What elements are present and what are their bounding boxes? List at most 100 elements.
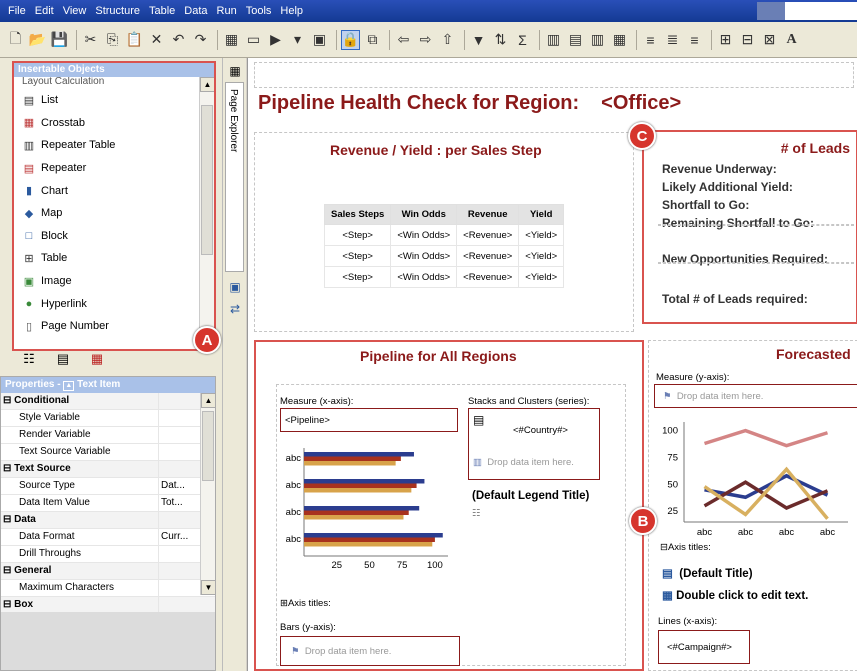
props-scroll-up-button[interactable]: ▲ [201,393,216,408]
collapse-icon[interactable]: ⊟ [660,542,668,553]
insertable-item-map[interactable]: ◆ Map [14,202,214,225]
collapse-icon[interactable]: ⊟ [3,395,14,406]
summary-icon[interactable]: Σ [513,30,532,50]
forecasted-line-chart[interactable]: 25 50 75 100 abc abc abc abc [648,418,857,542]
insertable-item-table[interactable]: ⊞ Table [14,247,214,270]
run-icon[interactable]: ▶ [266,30,285,50]
move-icon[interactable]: ⧉ [363,30,382,50]
property-row[interactable]: Source Type Dat... [1,478,215,495]
merge-icon[interactable]: ⊟ [738,30,757,50]
insertable-item-list[interactable]: ▤ List [14,89,214,112]
props-scroll-down-button[interactable]: ▼ [201,580,216,595]
table-cell[interactable]: <Win Odds> [390,266,458,288]
property-section[interactable]: ⊟ Conditional [1,393,215,410]
open-icon[interactable]: 📂 [28,30,47,50]
paste-icon[interactable]: 📋 [125,30,144,50]
leads-block[interactable]: # of Leads Revenue Underway: Likely Addit… [642,130,857,324]
insertable-item-hyperlink[interactable]: ● Hyperlink [14,292,214,315]
text-center-icon[interactable]: ≣ [663,30,682,50]
insertable-item-repeater-table[interactable]: ▥ Repeater Table [14,134,214,157]
font-icon[interactable]: A [782,30,801,50]
property-section[interactable]: ⊟ General [1,563,215,580]
property-row[interactable]: Maximum Characters [1,580,215,597]
undo-icon[interactable]: ↶ [169,30,188,50]
table-icon[interactable]: ⊞ [716,30,735,50]
property-row[interactable]: Render Variable [1,427,215,444]
collapse-icon[interactable]: ⊟ [3,463,14,474]
bars-y-dropzone[interactable]: ⚑ Drop data item here. [280,636,460,666]
text-right-icon[interactable]: ≡ [685,30,704,50]
menu-item[interactable]: Structure [95,5,140,17]
insertable-item-image[interactable]: ▣ Image [14,270,214,293]
table-cell[interactable]: <Yield> [518,224,565,246]
lock-icon[interactable]: 🔒 [341,29,360,50]
insertable-item-crosstab[interactable]: ▦ Crosstab [14,112,214,135]
table-cell[interactable]: <Step> [323,266,392,288]
align-left-icon[interactable]: ▤ [566,30,585,50]
table-cell[interactable]: <Yield> [518,266,565,288]
group-icon[interactable]: ▥ [544,30,563,50]
table-cell[interactable]: <Step> [323,224,392,246]
page-icon[interactable]: ▦ [227,64,243,80]
page-explorer-tab[interactable]: Page Explorer [225,82,244,272]
stacks-dropzone[interactable]: ▤ <#Country#> ▥ Drop data item here. [468,408,600,480]
menu-item[interactable]: Table [149,5,175,17]
right-arrow-icon[interactable]: ⇨ [416,30,435,50]
menu-item[interactable]: View [63,5,87,17]
leads-line[interactable]: Revenue Underway: [662,162,777,176]
up-arrow-icon[interactable]: ⇧ [438,30,457,50]
measure-x-dropzone[interactable]: <Pipeline> [280,408,458,432]
edit-text-item[interactable]: ▦ Double click to edit text. [662,588,808,602]
delete-icon[interactable]: ✕ [147,30,166,50]
legend-title[interactable]: (Default Legend Title) [472,490,589,502]
table-cell[interactable]: <Win Odds> [390,224,458,246]
xml-icon[interactable]: ▭ [244,30,263,50]
align-right-icon[interactable]: ▦ [610,30,629,50]
default-title-item[interactable]: ▤ (Default Title) [662,566,753,580]
collapse-icon[interactable]: ⊟ [3,565,14,576]
menu-bar-search-box[interactable] [785,2,857,20]
pipeline-block[interactable]: Pipeline for All Regions Measure (x-axis… [254,340,644,671]
property-row[interactable]: Drill Throughs [1,546,215,563]
new-icon[interactable]: 🗋 [6,30,25,50]
lines-x-dropzone[interactable]: <#Campaign#> [658,630,750,664]
data-items-tab-icon[interactable]: ▤ [52,348,74,370]
split-icon[interactable]: ⊠ [760,30,779,50]
save-icon[interactable]: 💾 [50,30,69,50]
filter-icon[interactable]: ▼ [469,30,488,50]
pipeline-bar-chart[interactable]: abc abc abc abc 25 50 75 100 [276,442,456,582]
property-section[interactable]: ⊟ Data [1,512,215,529]
collapse-icon[interactable]: ⊟ [3,514,14,525]
menu-item[interactable]: File [8,5,26,17]
page-title[interactable]: Pipeline Health Check for Region: <Office… [258,92,681,115]
revenue-yield-table[interactable]: Sales Steps Win Odds Revenue Yield <Step> <W… [323,204,565,288]
table-cell[interactable]: <Revenue> [456,245,520,267]
source-tab-icon[interactable]: ☷ [18,348,40,370]
menu-item[interactable]: Edit [35,5,54,17]
table-cell[interactable]: <Revenue> [456,224,520,246]
report-icon[interactable]: ▦ [222,30,241,50]
menu-item[interactable]: Tools [246,5,272,17]
insertable-item-block[interactable]: □ Block [14,225,214,248]
insertable-item-repeater[interactable]: ▤ Repeater [14,157,214,180]
toolbox-tab-icon[interactable]: ▦ [86,348,108,370]
expand-icon[interactable]: ⊞ [280,598,288,609]
property-row[interactable]: Style Variable [1,410,215,427]
property-row[interactable]: Data Item Value Tot... [1,495,215,512]
forecast-axis-titles-toggle[interactable]: ⊟Axis titles: [660,542,711,553]
scroll-thumb[interactable] [201,105,213,255]
sort-icon[interactable]: ⇅ [491,30,510,50]
insertable-item-partial[interactable]: Layout Calculation [14,77,214,89]
copy-icon[interactable]: ⎘ [103,30,122,50]
insertable-objects-scrollbar[interactable]: ▲ [199,77,214,349]
leads-line[interactable]: Total # of Leads required: [662,292,808,306]
measure-y-dropzone[interactable]: ⚑ Drop data item here. [654,384,857,408]
leads-line[interactable]: Likely Additional Yield: [662,180,793,194]
menu-item[interactable]: Run [217,5,237,17]
left-arrow-icon[interactable]: ⇦ [394,30,413,50]
table-cell[interactable]: <Win Odds> [390,245,458,267]
axis-titles-toggle[interactable]: ⊞Axis titles: [280,598,331,609]
condition-explorer-icon[interactable]: ⇄ [227,302,243,318]
table-cell[interactable]: <Step> [323,245,392,267]
redo-icon[interactable]: ↷ [191,30,210,50]
